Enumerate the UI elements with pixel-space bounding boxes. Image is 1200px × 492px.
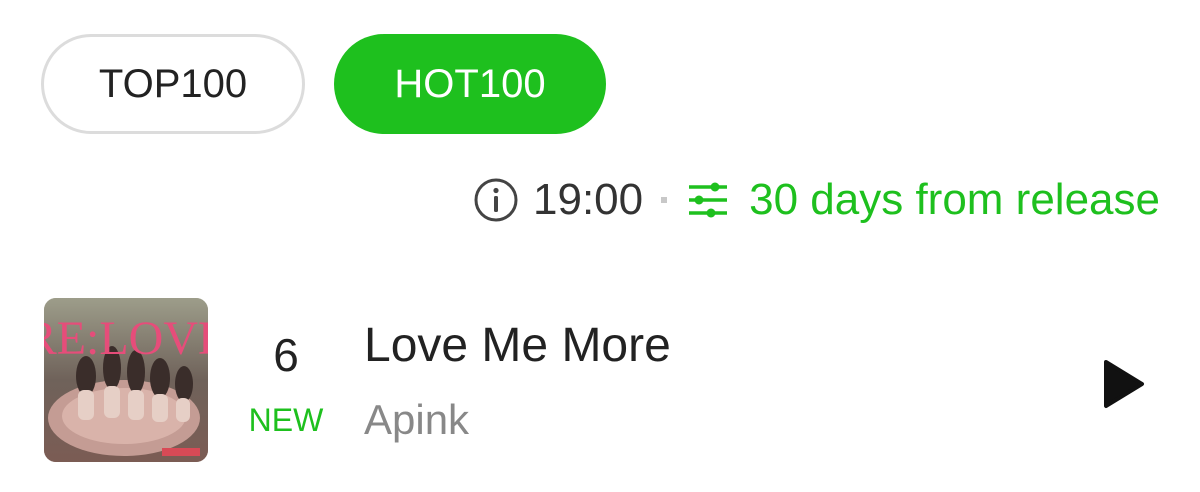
tab-top100-label: TOP100 (98, 61, 248, 106)
chart-info-row: 19:00 30 days from release (473, 170, 1160, 230)
release-filter-link[interactable]: 30 days from release (749, 175, 1160, 225)
sliders-icon[interactable] (685, 177, 731, 223)
tab-top100[interactable]: TOP100 (41, 34, 305, 134)
info-circle-icon[interactable] (473, 177, 519, 223)
separator-dot (661, 197, 668, 203)
play-icon (1104, 360, 1144, 408)
tab-hot100-label: HOT100 (394, 61, 546, 106)
album-art-title: RE:LOVE (44, 312, 208, 365)
album-art[interactable]: RE:LOVE (44, 298, 208, 462)
song-title[interactable]: Love Me More (364, 318, 671, 373)
rank-change-badge: NEW (248, 402, 324, 438)
artist-name[interactable]: Apink (364, 396, 469, 444)
tab-hot100[interactable]: HOT100 (334, 34, 606, 134)
play-button[interactable] (1094, 356, 1150, 412)
chart-page: TOP100 HOT100 19:00 30 days from release (0, 0, 1200, 492)
chart-rank: 6 (273, 329, 299, 381)
update-time: 19:00 (533, 175, 644, 224)
track-row[interactable]: RE:LOVE 6 NEW Love Me More Apink (44, 298, 1164, 464)
